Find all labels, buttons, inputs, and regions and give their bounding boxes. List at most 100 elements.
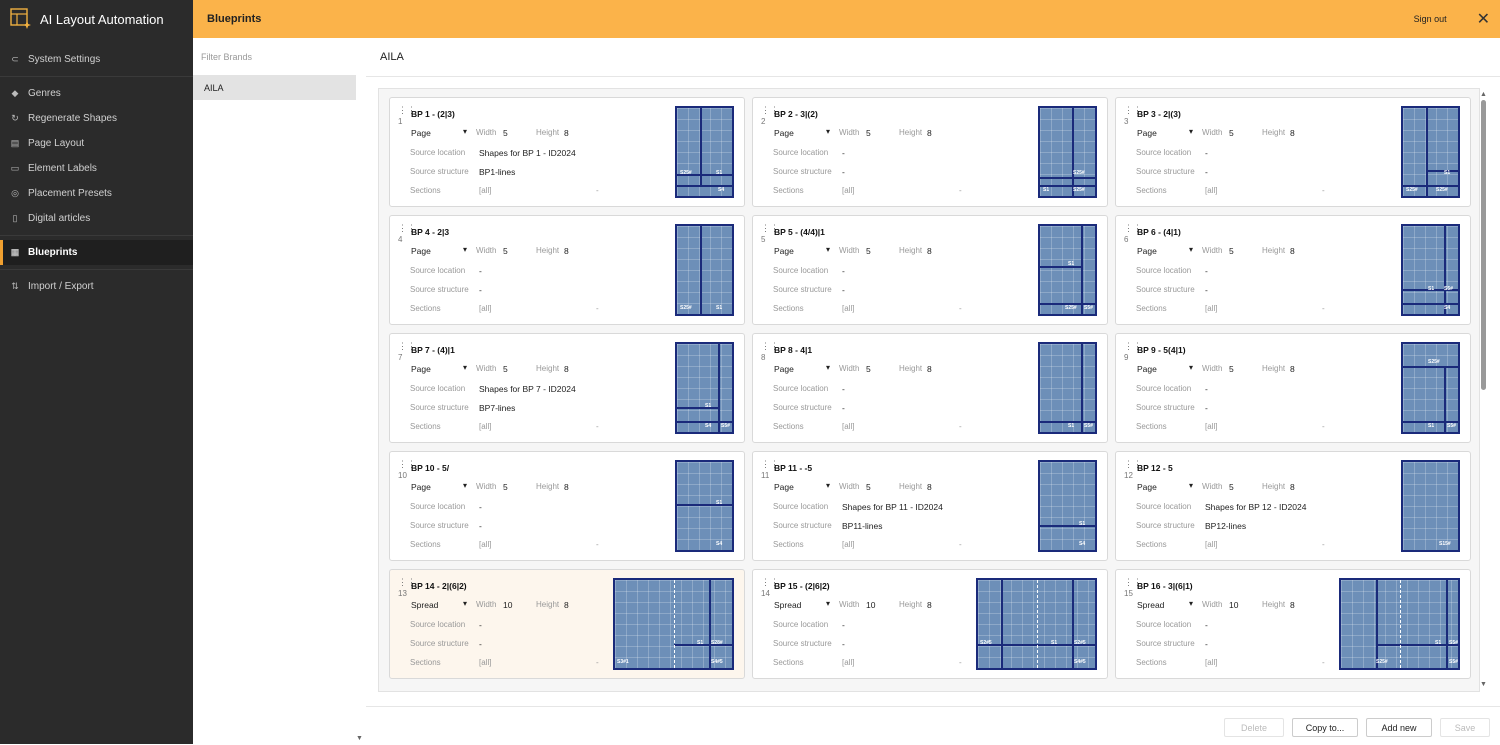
width-value[interactable]: 5 (1229, 246, 1234, 256)
source-structure-value[interactable]: - (842, 285, 845, 295)
blueprint-card[interactable]: ⋮⋮ 7 BP 7 - (4)|1 Page ▾ Width 5 Height 8… (389, 333, 745, 443)
layout-type-select[interactable]: Page ▾ (774, 481, 834, 492)
height-value[interactable]: 8 (1290, 482, 1295, 492)
source-location-value[interactable]: - (479, 620, 482, 630)
scroll-down-arrow-icon[interactable]: ▼ (356, 735, 363, 742)
height-value[interactable]: 8 (564, 246, 569, 256)
sign-out-link[interactable]: Sign out (1414, 14, 1447, 24)
sections-value[interactable]: [all] (1205, 658, 1217, 667)
save-button[interactable]: Save (1440, 718, 1490, 737)
sidebar-item-digital-articles[interactable]: ▯ Digital articles (0, 206, 193, 231)
blueprint-card[interactable]: ⋮⋮ 9 BP 9 - 5(4|1) Page ▾ Width 5 Height … (1115, 333, 1471, 443)
height-value[interactable]: 8 (927, 364, 932, 374)
sections-value[interactable]: [all] (1205, 540, 1217, 549)
sections-value[interactable]: [all] (842, 422, 854, 431)
blueprint-card[interactable]: ⋮⋮ 15 BP 16 - 3|(6|1) Spread ▾ Width 10 H… (1115, 569, 1471, 679)
width-value[interactable]: 10 (1229, 600, 1238, 610)
brand-item-aila[interactable]: AILA (193, 75, 356, 100)
source-location-value[interactable]: - (1205, 148, 1208, 158)
blueprint-card[interactable]: ⋮⋮ 4 BP 4 - 2|3 Page ▾ Width 5 Height 8 S… (389, 215, 745, 325)
sections-value[interactable]: [all] (479, 658, 491, 667)
width-value[interactable]: 5 (503, 128, 508, 138)
sidebar-item-system-settings[interactable]: ⊂ System Settings (0, 47, 193, 72)
height-value[interactable]: 8 (564, 128, 569, 138)
delete-button[interactable]: Delete (1224, 718, 1284, 737)
layout-type-select[interactable]: Page ▾ (411, 245, 471, 256)
add-new-button[interactable]: Add new (1366, 718, 1432, 737)
source-location-value[interactable]: - (479, 502, 482, 512)
sections-value[interactable]: [all] (842, 186, 854, 195)
width-value[interactable]: 5 (1229, 128, 1234, 138)
close-icon[interactable]: ✕ (1477, 9, 1490, 29)
blueprint-card[interactable]: ⋮⋮ 2 BP 2 - 3|(2) Page ▾ Width 5 Height 8… (752, 97, 1108, 207)
source-location-value[interactable]: Shapes for BP 12 - ID2024 (1205, 502, 1306, 512)
width-value[interactable]: 5 (866, 128, 871, 138)
source-location-value[interactable]: - (479, 266, 482, 276)
sidebar-item-regenerate-shapes[interactable]: ↻ Regenerate Shapes (0, 106, 193, 131)
sidebar-item-genres[interactable]: ◆ Genres (0, 81, 193, 106)
blueprint-card[interactable]: ⋮⋮ 12 BP 12 - 5 Page ▾ Width 5 Height 8 S… (1115, 451, 1471, 561)
source-structure-value[interactable]: - (479, 285, 482, 295)
source-structure-value[interactable]: - (1205, 167, 1208, 177)
scrollbar-thumb[interactable] (1481, 100, 1486, 390)
width-value[interactable]: 5 (866, 364, 871, 374)
source-location-value[interactable]: - (842, 266, 845, 276)
width-value[interactable]: 10 (866, 600, 875, 610)
layout-type-select[interactable]: Page ▾ (1137, 363, 1197, 374)
scroll-down-arrow-icon[interactable]: ▼ (1480, 681, 1487, 688)
sections-value[interactable]: [all] (842, 304, 854, 313)
height-value[interactable]: 8 (1290, 128, 1295, 138)
width-value[interactable]: 5 (1229, 364, 1234, 374)
sidebar-item-blueprints[interactable]: ▦ Blueprints (0, 240, 193, 265)
layout-type-select[interactable]: Page ▾ (774, 363, 834, 374)
source-location-value[interactable]: Shapes for BP 7 - ID2024 (479, 384, 576, 394)
layout-type-select[interactable]: Spread ▾ (411, 599, 471, 610)
source-location-value[interactable]: - (1205, 384, 1208, 394)
copy-to-button[interactable]: Copy to... (1292, 718, 1358, 737)
height-value[interactable]: 8 (927, 482, 932, 492)
width-value[interactable]: 5 (503, 246, 508, 256)
sections-value[interactable]: [all] (479, 304, 491, 313)
width-value[interactable]: 5 (503, 482, 508, 492)
sections-value[interactable]: [all] (479, 186, 491, 195)
source-location-value[interactable]: - (1205, 620, 1208, 630)
source-structure-value[interactable]: BP11-lines (842, 521, 882, 531)
layout-type-select[interactable]: Spread ▾ (774, 599, 834, 610)
blueprint-card[interactable]: ⋮⋮ 8 BP 8 - 4|1 Page ▾ Width 5 Height 8 S… (752, 333, 1108, 443)
sidebar-item-element-labels[interactable]: ▭ Element Labels (0, 156, 193, 181)
width-value[interactable]: 5 (503, 364, 508, 374)
source-location-value[interactable]: - (842, 384, 845, 394)
layout-type-select[interactable]: Page ▾ (411, 127, 471, 138)
blueprint-card[interactable]: ⋮⋮ 3 BP 3 - 2|(3) Page ▾ Width 5 Height 8… (1115, 97, 1471, 207)
sections-value[interactable]: [all] (1205, 304, 1217, 313)
layout-type-select[interactable]: Spread ▾ (1137, 599, 1197, 610)
sidebar-item-placement-presets[interactable]: ◎ Placement Presets (0, 181, 193, 206)
layout-type-select[interactable]: Page ▾ (411, 363, 471, 374)
scroll-up-arrow-icon[interactable]: ▲ (1480, 91, 1487, 98)
sections-value[interactable]: [all] (1205, 422, 1217, 431)
height-value[interactable]: 8 (927, 246, 932, 256)
blueprint-card[interactable]: ⋮⋮ 11 BP 11 - -5 Page ▾ Width 5 Height 8 … (752, 451, 1108, 561)
filter-brands-input[interactable]: Filter Brands (193, 38, 366, 75)
height-value[interactable]: 8 (564, 600, 569, 610)
source-location-value[interactable]: Shapes for BP 1 - ID2024 (479, 148, 576, 158)
source-structure-value[interactable]: BP1-lines (479, 167, 515, 177)
layout-type-select[interactable]: Page ▾ (774, 245, 834, 256)
height-value[interactable]: 8 (927, 128, 932, 138)
source-structure-value[interactable]: - (1205, 285, 1208, 295)
layout-type-select[interactable]: Page ▾ (1137, 127, 1197, 138)
sections-value[interactable]: [all] (479, 540, 491, 549)
source-structure-value[interactable]: - (1205, 403, 1208, 413)
sections-value[interactable]: [all] (842, 540, 854, 549)
source-structure-value[interactable]: BP12-lines (1205, 521, 1246, 531)
source-location-value[interactable]: - (842, 148, 845, 158)
app-brand[interactable]: AI Layout Automation (0, 0, 193, 38)
width-value[interactable]: 5 (866, 482, 871, 492)
blueprint-card[interactable]: ⋮⋮ 14 BP 15 - (2|6|2) Spread ▾ Width 10 H… (752, 569, 1108, 679)
source-structure-value[interactable]: - (842, 167, 845, 177)
source-structure-value[interactable]: - (842, 639, 845, 649)
sidebar-item-import-export[interactable]: ⇅ Import / Export (0, 274, 193, 299)
source-location-value[interactable]: - (842, 620, 845, 630)
layout-type-select[interactable]: Page ▾ (774, 127, 834, 138)
blueprint-card[interactable]: ⋮⋮ 5 BP 5 - (4/4)|1 Page ▾ Width 5 Height… (752, 215, 1108, 325)
